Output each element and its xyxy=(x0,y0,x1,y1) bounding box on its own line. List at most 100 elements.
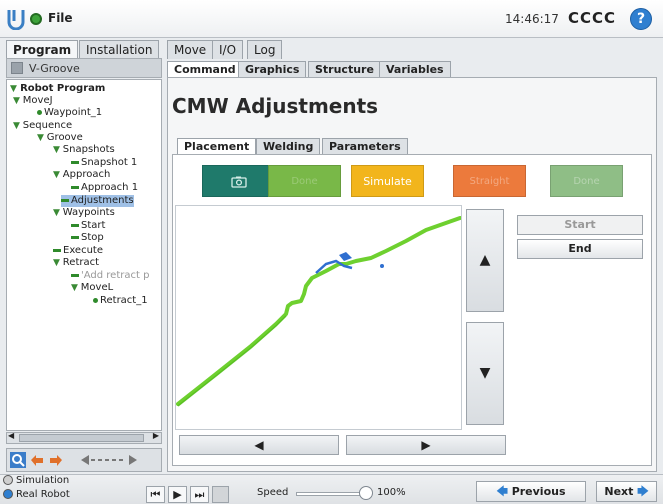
done-button[interactable]: Done xyxy=(268,165,341,197)
command-icon xyxy=(53,248,61,252)
tab-variables[interactable]: Variables xyxy=(379,61,451,77)
tree-node-robot-program[interactable]: ▼ Robot Program xyxy=(10,83,105,95)
speed-label: Speed xyxy=(257,487,289,498)
tree-label: Approach 1 xyxy=(81,182,139,193)
tab-parameters[interactable]: Parameters xyxy=(322,138,408,155)
arrow-right-icon: 🡆 xyxy=(633,485,649,498)
radio-icon xyxy=(3,475,13,485)
program-icon xyxy=(11,62,23,74)
expand-icon: ▼ xyxy=(53,145,63,155)
next-button[interactable]: Next 🡆 xyxy=(596,481,657,502)
tab-graphics[interactable]: Graphics xyxy=(238,61,307,77)
tree-node-snapshots[interactable]: ▼ Snapshots xyxy=(53,144,115,156)
tree-label: Stop xyxy=(81,232,104,243)
tree-label: Adjustments xyxy=(71,195,134,206)
end-button[interactable]: End xyxy=(517,239,643,259)
tree-node-stop[interactable]: Stop xyxy=(71,232,104,244)
command-icon xyxy=(71,223,79,227)
arrow-left-icon: ◀ xyxy=(254,438,264,452)
tree-node-approach[interactable]: ▼ Approach xyxy=(53,169,110,181)
speed-slider-knob[interactable] xyxy=(359,486,373,500)
help-button[interactable]: ? xyxy=(630,8,652,30)
tab-command[interactable]: Command xyxy=(167,61,243,77)
camera-icon xyxy=(230,176,247,188)
tab-move[interactable]: Move xyxy=(167,40,214,59)
tree-label: Execute xyxy=(63,245,103,256)
tree-label: Start xyxy=(81,220,106,231)
camera-view[interactable] xyxy=(175,205,462,430)
tab-program[interactable]: Program xyxy=(6,40,79,60)
redo-icon[interactable] xyxy=(48,452,64,468)
tree-node-retract-1[interactable]: Retract_1 xyxy=(93,295,148,307)
tab-installation[interactable]: Installation xyxy=(79,40,160,59)
tree-node-start[interactable]: Start xyxy=(71,220,105,232)
tab-io[interactable]: I/O xyxy=(212,40,244,59)
straight-button[interactable]: Straight xyxy=(453,165,526,197)
command-icon xyxy=(71,273,79,277)
mode-label: Real Robot xyxy=(16,489,70,500)
tree-node-waypoint-1[interactable]: Waypoint_1 xyxy=(37,107,102,119)
next-label: Next xyxy=(604,485,634,498)
file-menu[interactable]: File xyxy=(48,11,73,25)
expand-icon: ▼ xyxy=(53,208,63,218)
tree-node-waypoints[interactable]: ▼ Waypoints xyxy=(53,207,115,219)
scroll-left-icon[interactable]: ◀ xyxy=(8,431,14,440)
tab-log[interactable]: Log xyxy=(247,40,283,59)
search-icon[interactable] xyxy=(10,452,26,468)
tree-node-sequence[interactable]: ▼ Sequence xyxy=(13,120,72,132)
step-icon: ⏭ xyxy=(194,488,205,501)
move-left-right-icon[interactable] xyxy=(79,452,139,468)
move-down-button[interactable]: ▼ xyxy=(466,322,504,425)
simulate-button[interactable]: Simulate xyxy=(351,165,424,197)
move-left-button[interactable]: ◀ xyxy=(179,435,339,455)
stop-button[interactable] xyxy=(212,486,229,503)
page-title: CMW Adjustments xyxy=(172,94,379,118)
undo-icon[interactable] xyxy=(29,452,45,468)
tab-structure[interactable]: Structure xyxy=(308,61,381,77)
mode-simulation[interactable]: Simulation xyxy=(3,475,69,486)
arrow-down-icon: ▼ xyxy=(479,365,491,381)
tree-node-approach-1[interactable]: Approach 1 xyxy=(71,182,138,194)
move-right-button[interactable]: ▶ xyxy=(346,435,506,455)
scrollbar-thumb[interactable] xyxy=(19,434,144,442)
mode-real-robot[interactable]: Real Robot xyxy=(3,489,70,500)
previous-button[interactable]: 🡄 Previous xyxy=(476,481,586,502)
step-button[interactable]: ⏭ xyxy=(190,486,209,503)
tree-node-add-retract[interactable]: 'Add retract p xyxy=(71,270,149,282)
tree-label: Groove xyxy=(46,132,83,143)
done-secondary-button[interactable]: Done xyxy=(550,165,623,197)
tree-node-snapshot-1[interactable]: Snapshot 1 xyxy=(71,157,137,169)
tree-node-movel[interactable]: ▼ MoveL xyxy=(71,282,113,294)
expand-icon: ▼ xyxy=(53,170,63,180)
tree-horizontal-scrollbar[interactable]: ◀ ▶ xyxy=(6,431,162,444)
clock: 14:46:17 xyxy=(505,12,559,26)
tree-node-groove[interactable]: ▼ Groove xyxy=(37,132,83,144)
waypoint-icon xyxy=(93,297,98,303)
tree-node-retract[interactable]: ▼ Retract xyxy=(53,257,99,269)
scroll-right-icon[interactable]: ▶ xyxy=(153,431,159,440)
tree-label: MoveJ xyxy=(22,95,53,106)
file-status-icon xyxy=(30,13,42,25)
tree-node-adjustments[interactable]: Adjustments xyxy=(61,195,134,207)
previous-label: Previous xyxy=(511,485,566,498)
skip-back-button[interactable]: ⏮ xyxy=(146,486,165,503)
tab-placement[interactable]: Placement xyxy=(177,138,257,155)
start-button[interactable]: Start xyxy=(517,215,643,235)
tree-label: Approach xyxy=(62,169,111,180)
tree-node-movej[interactable]: ▼ MoveJ xyxy=(13,95,53,107)
tab-welding[interactable]: Welding xyxy=(256,138,321,155)
play-button[interactable]: ▶ xyxy=(168,486,187,503)
program-tree[interactable]: ▼ Robot Program ▼ MoveJ Waypoint_1 ▼ Seq… xyxy=(6,79,162,431)
command-icon xyxy=(71,235,79,239)
speed-slider[interactable] xyxy=(296,492,366,496)
program-name: V-Groove xyxy=(29,62,80,75)
mode-label: Simulation xyxy=(16,475,70,486)
weld-seam-image xyxy=(176,216,461,407)
title-bar: File 14:46:17 CCCC ? xyxy=(0,0,663,38)
tree-node-execute[interactable]: Execute xyxy=(53,245,103,257)
camera-button[interactable] xyxy=(202,165,275,197)
radio-icon xyxy=(3,489,13,499)
move-up-button[interactable]: ▲ xyxy=(466,209,504,312)
tree-label: Waypoints xyxy=(62,207,115,218)
command-icon xyxy=(61,198,69,202)
